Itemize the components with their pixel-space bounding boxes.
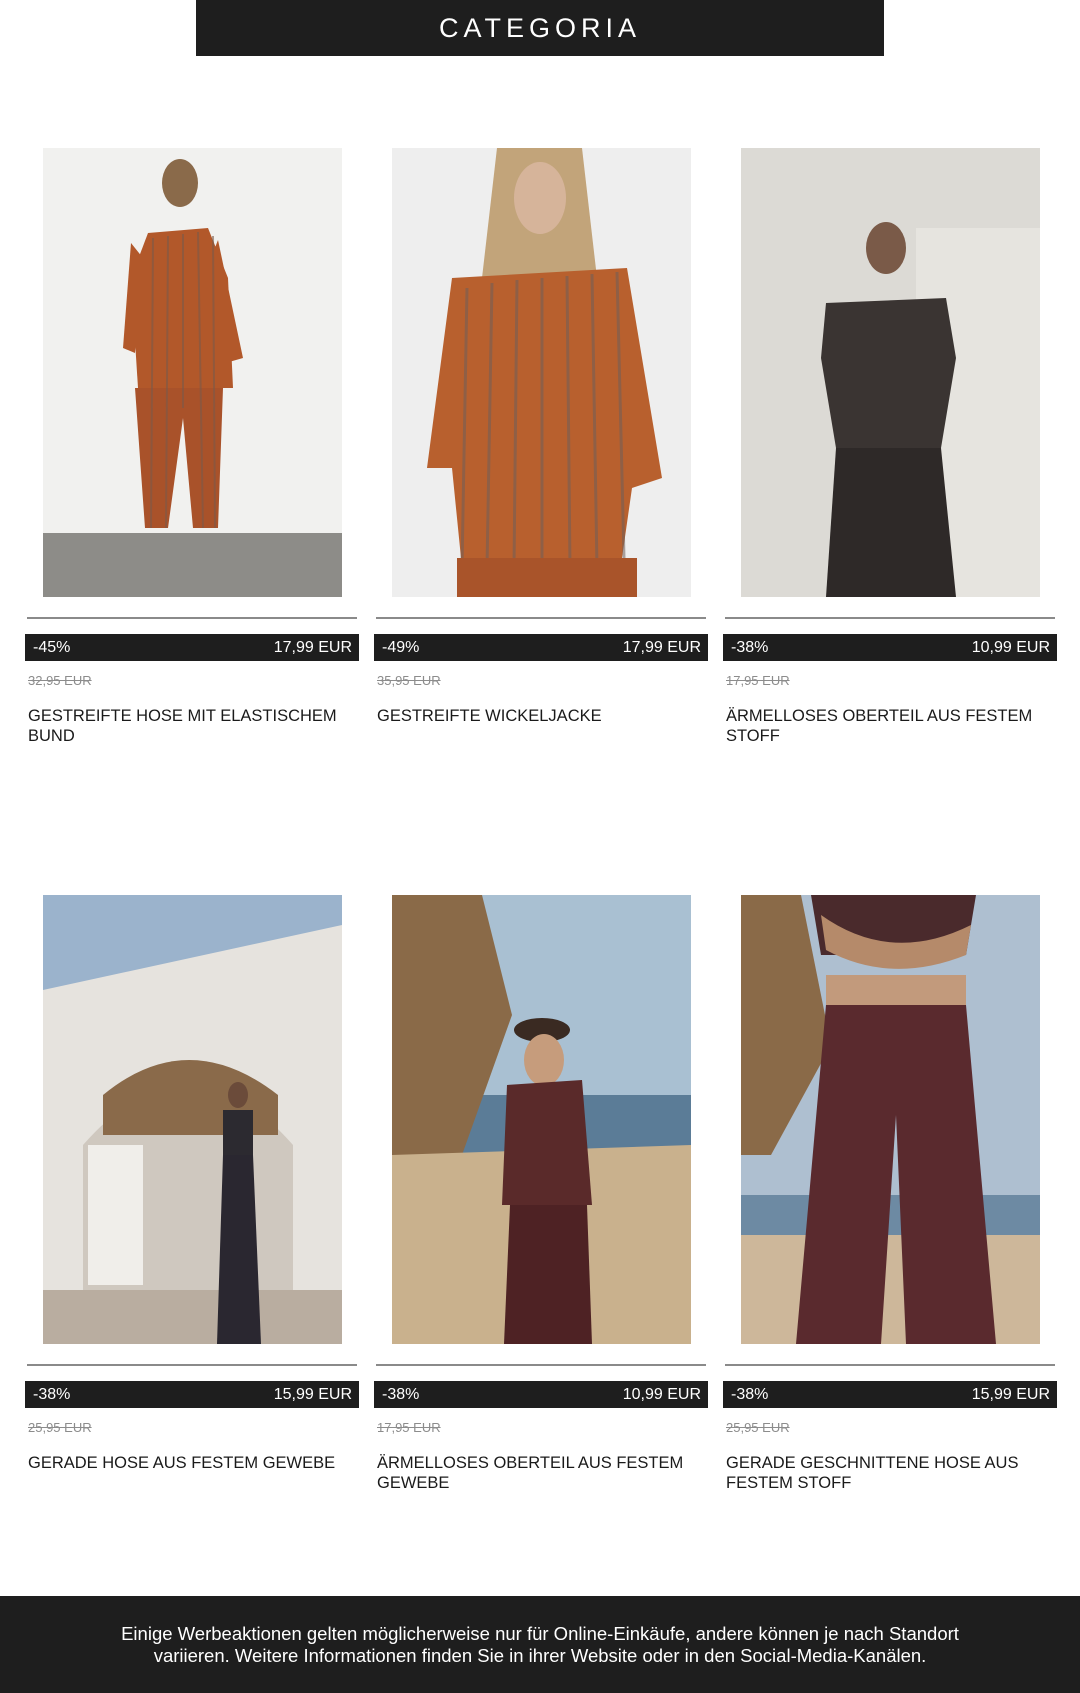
original-price: 25,95 EUR xyxy=(726,1420,790,1435)
divider xyxy=(725,617,1055,619)
price-bar: -38% 15,99 EUR xyxy=(723,1381,1057,1408)
original-price: 17,95 EUR xyxy=(377,1420,441,1435)
product-grid: -45% 17,99 EUR 32,95 EUR GESTREIFTE HOSE… xyxy=(0,0,1080,1596)
sale-price: 10,99 EUR xyxy=(622,1385,701,1403)
product-name[interactable]: ÄRMELLOSES OBERTEIL AUS FESTEM GEWEBE xyxy=(377,1453,697,1493)
original-price: 25,95 EUR xyxy=(28,1420,92,1435)
divider xyxy=(376,1364,706,1366)
discount-badge: -38% xyxy=(731,1385,769,1403)
discount-badge: -38% xyxy=(33,1385,71,1403)
product-image[interactable] xyxy=(392,148,691,597)
price-bar: -49% 17,99 EUR xyxy=(374,634,708,661)
product-image[interactable] xyxy=(43,895,342,1344)
original-price: 35,95 EUR xyxy=(377,673,441,688)
sale-price: 15,99 EUR xyxy=(273,1385,352,1403)
sale-price: 17,99 EUR xyxy=(273,638,352,656)
price-bar: -38% 10,99 EUR xyxy=(723,634,1057,661)
divider xyxy=(376,617,706,619)
product-name[interactable]: GERADE HOSE AUS FESTEM GEWEBE xyxy=(28,1453,348,1473)
discount-badge: -45% xyxy=(33,638,71,656)
disclaimer-text: Einige Werbeaktionen gelten möglicherwei… xyxy=(121,1622,959,1666)
sale-price: 17,99 EUR xyxy=(622,638,701,656)
original-price: 17,95 EUR xyxy=(726,673,790,688)
discount-badge: -38% xyxy=(731,638,769,656)
product-name[interactable]: ÄRMELLOSES OBERTEIL AUS FESTEM STOFF xyxy=(726,706,1046,746)
product-name[interactable]: GERADE GESCHNITTENE HOSE AUS FESTEM STOF… xyxy=(726,1453,1046,1493)
product-image[interactable] xyxy=(741,148,1040,597)
product-name[interactable]: GESTREIFTE HOSE MIT ELASTISCHEM BUND xyxy=(28,706,348,746)
product-name[interactable]: GESTREIFTE WICKELJACKE xyxy=(377,706,697,726)
divider xyxy=(27,1364,357,1366)
price-bar: -38% 15,99 EUR xyxy=(25,1381,359,1408)
divider xyxy=(27,617,357,619)
product-image[interactable] xyxy=(741,895,1040,1344)
product-image[interactable] xyxy=(43,148,342,597)
sale-price: 15,99 EUR xyxy=(971,1385,1050,1403)
promo-disclaimer-footer: Einige Werbeaktionen gelten möglicherwei… xyxy=(0,1596,1080,1693)
sale-price: 10,99 EUR xyxy=(971,638,1050,656)
divider xyxy=(725,1364,1055,1366)
price-bar: -38% 10,99 EUR xyxy=(374,1381,708,1408)
price-bar: -45% 17,99 EUR xyxy=(25,634,359,661)
discount-badge: -49% xyxy=(382,638,420,656)
original-price: 32,95 EUR xyxy=(28,673,92,688)
product-image[interactable] xyxy=(392,895,691,1344)
discount-badge: -38% xyxy=(382,1385,420,1403)
